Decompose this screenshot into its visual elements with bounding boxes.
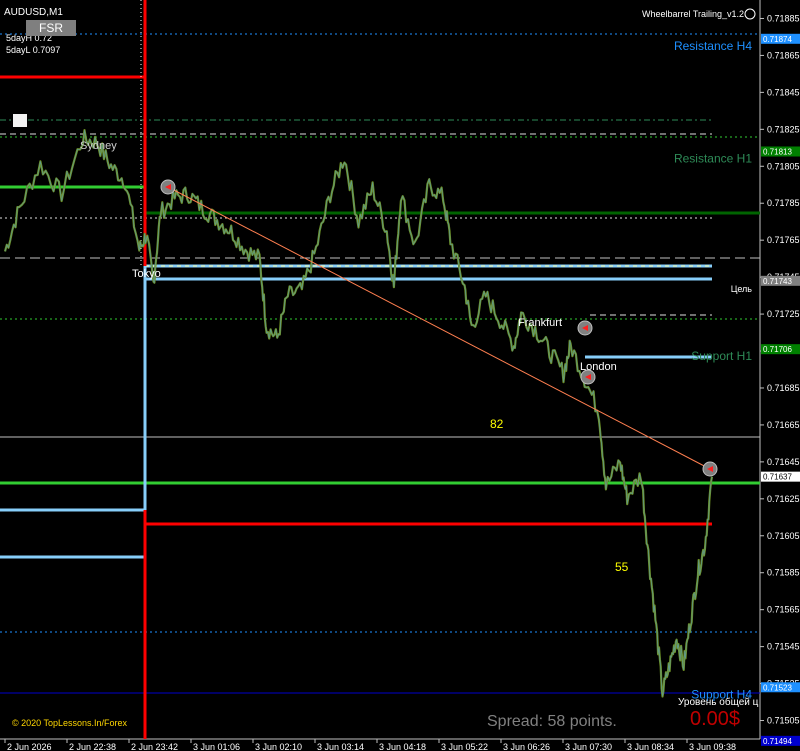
price-chart[interactable]: 0.71885 0.71865 0.71845 0.71825 0.71805 0.717… [0,0,800,751]
y-tick-label: 0.71665 [767,420,800,430]
session-frankfurt: Frankfurt [518,317,562,329]
y-tick-label: 0.71825 [767,124,800,134]
y-tick-label: 0.71845 [767,87,800,97]
session-tokyo: Tokyo [132,268,161,280]
y-tick-label: 0.71765 [767,235,800,245]
x-tick-label: 3 Jun 02:10 [255,742,302,751]
profit-label: Уровень общей ц [678,696,759,708]
spread-text: Spread: 58 points. [487,713,617,730]
y-tick-label: 0.71625 [767,494,800,504]
x-tick-label: 3 Jun 03:14 [317,742,364,751]
x-tick-label: 2 Jun 22:38 [69,742,116,751]
profit-value: 0.00$ [690,708,740,730]
y-tick-label: 0.71565 [767,605,800,615]
level-name-label: Support H1 [691,349,752,363]
session-sydney: Sydney [80,140,117,152]
fsr-button[interactable]: FSR [26,20,76,36]
y-tick-label: 0.71685 [767,383,800,393]
copyright-text: © 2020 TopLessons.In/Forex [12,718,128,728]
indicator-title: Wheelbarrel Trailing_v1.2 [642,9,744,19]
x-tick-label: 3 Jun 07:30 [565,742,612,751]
x-tick-label: 3 Jun 06:26 [503,742,550,751]
session-london: London [580,361,617,373]
level-price-label: 0.71706 [763,345,792,354]
level-price-label: 0.71874 [763,35,792,44]
x-tick-label: 3 Jun 04:18 [379,742,426,751]
y-tick-label: 0.71645 [767,457,800,467]
level-name-label: Resistance H1 [674,151,752,165]
x-tick-label: 2 Jun 2026 [7,742,52,751]
y-tick-label: 0.71805 [767,161,800,171]
x-tick-label: 3 Jun 09:38 [689,742,736,751]
y-tick-label: 0.71785 [767,198,800,208]
y-tick-label: 0.71865 [767,50,800,60]
y-tick-label: 0.71605 [767,531,800,541]
y-tick-label: 0.71585 [767,568,800,578]
x-tick-label: 3 Jun 05:22 [441,742,488,751]
x-tick-label: 3 Jun 01:06 [193,742,240,751]
annotation-82: 82 [490,417,504,431]
toggle-checkbox[interactable] [13,114,27,127]
level-name-label: Resistance H4 [674,39,752,53]
current-price-label: 0.71637 [763,473,792,482]
y-tick-label: 0.71885 [767,13,800,23]
level-price-label: 0.71813 [763,147,792,156]
symbol-title: AUDUSD,M1 [4,7,63,18]
level-price-label: 0.71743 [763,277,792,286]
level-price-label: 0.71523 [763,683,792,692]
y-tick-label: 0.71505 [767,716,800,726]
info-line-2: 5dayL 0.7097 [6,45,60,55]
y-tick-label: 0.71545 [767,642,800,652]
chart-background [0,0,800,751]
x-tick-label: 2 Jun 23:42 [131,742,178,751]
x-tick-label: 3 Jun 08:34 [627,742,674,751]
annotation-55: 55 [615,560,629,574]
level-name-label: Цель [731,284,753,294]
y-tick-label: 0.71725 [767,309,800,319]
level-price-label: 0.71494 [763,737,792,746]
